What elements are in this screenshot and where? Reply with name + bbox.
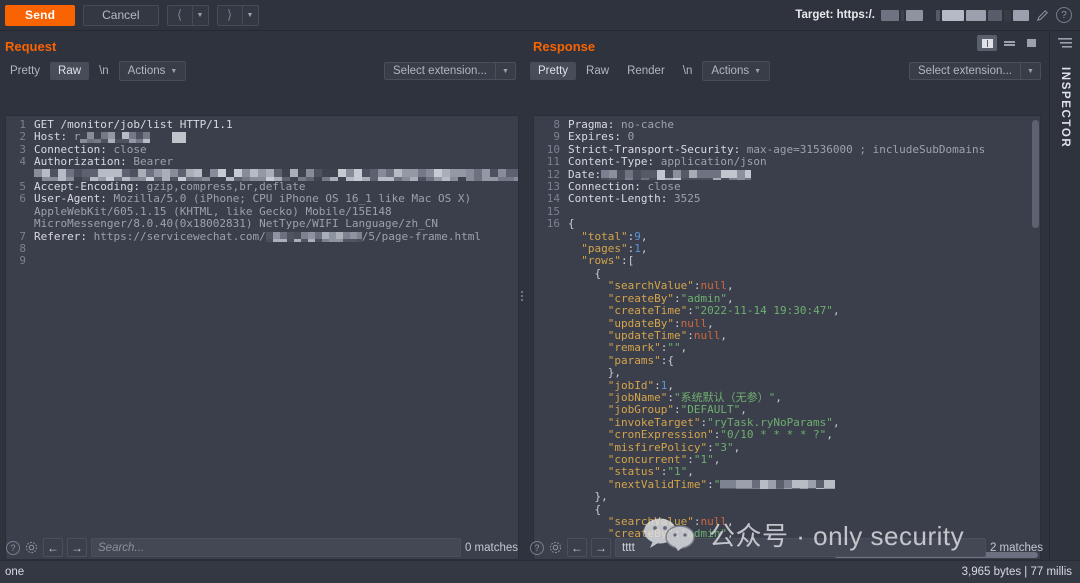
response-pane: Response Pretty Raw Render \n Actions ▼ …	[524, 31, 1049, 560]
pencil-icon[interactable]	[1035, 8, 1050, 23]
request-code[interactable]: GET /monitor/job/list HTTP/1.1 Host: r Con…	[30, 116, 518, 559]
splitter-grip	[520, 289, 523, 303]
question-mark-icon[interactable]: ?	[6, 540, 20, 555]
request-match-count: 0 matches	[464, 541, 518, 554]
search-next-button[interactable]: →	[591, 538, 611, 557]
response-actions-button[interactable]: Actions ▼	[702, 61, 771, 81]
request-pane: Request Pretty Raw \n Actions ▼ Select e…	[0, 31, 524, 560]
history-forward-button[interactable]: ⟩ ▼	[216, 4, 259, 26]
send-button[interactable]: Send	[5, 4, 76, 26]
request-line-numbers: 1234 56 789	[6, 116, 30, 559]
tab-response-pretty[interactable]: Pretty	[530, 62, 577, 80]
request-search-bar: ? ← → 0 matches	[0, 535, 524, 560]
response-search-input[interactable]	[615, 538, 986, 557]
single-layout-icon[interactable]	[1021, 35, 1041, 51]
main-toolbar: Send Cancel ⟨ ▼ ⟩ ▼ Target: https:/. ?	[0, 0, 1080, 31]
response-viewbar: Pretty Raw Render \n Actions ▼ Select ex…	[524, 60, 1049, 82]
target-area: Target: https:/. ?	[795, 7, 1080, 23]
inspector-rail[interactable]: INSPECTOR	[1049, 31, 1080, 560]
search-prev-button[interactable]: ←	[567, 538, 587, 557]
request-title: Request	[5, 39, 57, 54]
response-vertical-scrollbar[interactable]	[1032, 118, 1039, 557]
tab-request-pretty[interactable]: Pretty	[2, 62, 48, 80]
chevron-down-icon: ▼	[1020, 63, 1040, 79]
request-actions-button[interactable]: Actions ▼	[118, 61, 187, 81]
status-left-text: one	[5, 566, 25, 578]
gear-icon[interactable]	[24, 540, 39, 555]
request-viewbar: Pretty Raw \n Actions ▼ Select extension…	[0, 60, 524, 82]
redaction-block	[80, 131, 151, 143]
cancel-button[interactable]: Cancel	[83, 4, 159, 26]
tab-request-raw[interactable]: Raw	[50, 62, 90, 80]
status-bar: one 3,965 bytes | 77 millis	[0, 560, 1080, 583]
chevron-down-icon[interactable]: ▼	[193, 6, 208, 25]
redaction-block	[172, 131, 187, 143]
question-mark-icon[interactable]: ?	[530, 540, 544, 555]
response-extension-label: Select extension...	[918, 65, 1012, 77]
target-value-redacted	[881, 9, 1029, 21]
chevron-down-icon: ▼	[754, 67, 762, 75]
response-search-bar: ? ← → 2 matches	[524, 535, 1049, 560]
chevron-down-icon: ▼	[495, 63, 515, 79]
hamburger-icon[interactable]	[1057, 37, 1073, 49]
tab-request-newline[interactable]: \n	[91, 62, 117, 80]
redaction-block	[720, 480, 836, 490]
request-extension-label: Select extension...	[393, 65, 487, 77]
layout-toggle-group	[977, 35, 1041, 51]
stacked-layout-icon[interactable]	[999, 35, 1019, 51]
tab-response-raw[interactable]: Raw	[578, 62, 617, 80]
target-label: Target: https:/.	[795, 9, 875, 21]
request-search-input[interactable]	[91, 538, 461, 557]
history-back-button[interactable]: ⟨ ▼	[166, 4, 209, 26]
tab-response-render[interactable]: Render	[619, 62, 673, 80]
chevron-left-icon: ⟨	[176, 7, 183, 22]
redaction-block	[601, 169, 752, 180]
side-by-side-layout-icon[interactable]	[977, 35, 997, 51]
response-title: Response	[533, 39, 596, 54]
tab-response-newline[interactable]: \n	[675, 62, 701, 80]
response-editor[interactable]: 8 9 10 11 12 13 14 15 16 Pragma: no-cache Expires…	[533, 115, 1041, 560]
response-code[interactable]: Pragma: no-cache Expires: 0 Strict-Transpo…	[564, 116, 1040, 559]
chevron-down-icon[interactable]: ▼	[243, 6, 258, 25]
search-next-button[interactable]: →	[67, 538, 87, 557]
chevron-right-icon: ⟩	[226, 7, 233, 22]
chevron-down-icon: ▼	[170, 67, 178, 75]
response-line-numbers: 8 9 10 11 12 13 14 15 16	[534, 116, 564, 559]
question-mark-icon[interactable]: ?	[1056, 7, 1072, 23]
redaction-block	[265, 231, 362, 242]
status-right-text: 3,965 bytes | 77 millis	[961, 566, 1072, 578]
inspector-label[interactable]: INSPECTOR	[1059, 67, 1071, 148]
redaction-block	[34, 168, 518, 181]
response-extension-select[interactable]: Select extension... ▼	[909, 62, 1041, 80]
search-prev-button[interactable]: ←	[43, 538, 63, 557]
response-match-count: 2 matches	[989, 541, 1043, 554]
request-extension-select[interactable]: Select extension... ▼	[384, 62, 516, 80]
response-actions-label: Actions	[711, 65, 750, 77]
request-editor[interactable]: 1234 56 789 GET /monitor/job/list HTTP/1…	[5, 115, 519, 560]
gear-icon[interactable]	[548, 540, 563, 555]
request-vertical-scrollbar[interactable]	[510, 118, 517, 557]
request-actions-label: Actions	[127, 65, 166, 77]
